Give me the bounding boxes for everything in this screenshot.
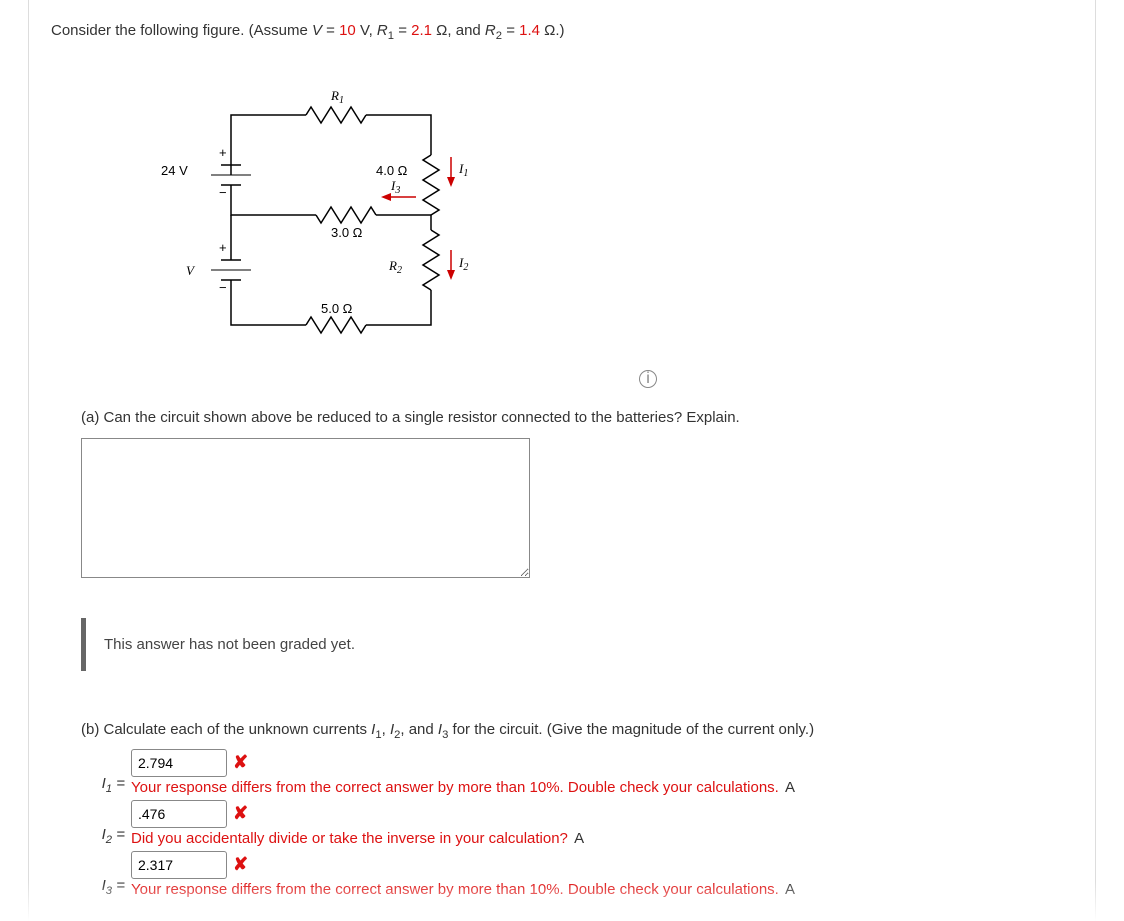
svg-text:+: + bbox=[219, 240, 227, 255]
i3-label: I3 = bbox=[81, 851, 131, 897]
i3-input[interactable] bbox=[131, 851, 227, 879]
label-3ohm: 3.0 Ω bbox=[331, 225, 363, 240]
part-a-label: (a) Can the circuit shown above be reduc… bbox=[81, 409, 1073, 426]
i2-input[interactable] bbox=[131, 800, 227, 828]
i2-label: I2 = bbox=[81, 800, 131, 846]
wrong-icon: ✘ bbox=[233, 854, 248, 875]
label-5ohm: 5.0 Ω bbox=[321, 301, 353, 316]
i1-label: I1 = bbox=[81, 749, 131, 795]
svg-text:+: + bbox=[219, 145, 227, 160]
label-i1: I1 bbox=[458, 161, 468, 179]
info-icon[interactable]: i bbox=[639, 370, 657, 388]
i1-feedback: Your response differs from the correct a… bbox=[131, 779, 795, 796]
label-24v: 24 V bbox=[161, 163, 188, 178]
label-i3: I3 bbox=[390, 178, 400, 196]
label-r2: R2 bbox=[388, 258, 402, 276]
label-i2: I2 bbox=[458, 255, 468, 273]
circuit-figure: 24 V + − V + − R1 4.0 Ω I1 I3 3.0 Ω R2 I… bbox=[151, 75, 1073, 369]
svg-text:−: − bbox=[219, 185, 227, 200]
svg-text:−: − bbox=[219, 280, 227, 295]
i3-feedback: Your response differs from the correct a… bbox=[131, 881, 795, 898]
i1-input[interactable] bbox=[131, 749, 227, 777]
label-r1: R1 bbox=[330, 88, 344, 106]
question-prompt: Consider the following figure. (Assume V… bbox=[51, 20, 1073, 45]
part-b-label: (b) Calculate each of the unknown curren… bbox=[81, 721, 1073, 741]
i2-feedback: Did you accidentally divide or take the … bbox=[131, 830, 584, 847]
label-v: V bbox=[186, 263, 196, 278]
part-a-textarea[interactable] bbox=[81, 438, 530, 578]
wrong-icon: ✘ bbox=[233, 752, 248, 773]
label-4ohm: 4.0 Ω bbox=[376, 163, 408, 178]
wrong-icon: ✘ bbox=[233, 803, 248, 824]
not-graded-notice: This answer has not been graded yet. bbox=[81, 618, 1073, 671]
